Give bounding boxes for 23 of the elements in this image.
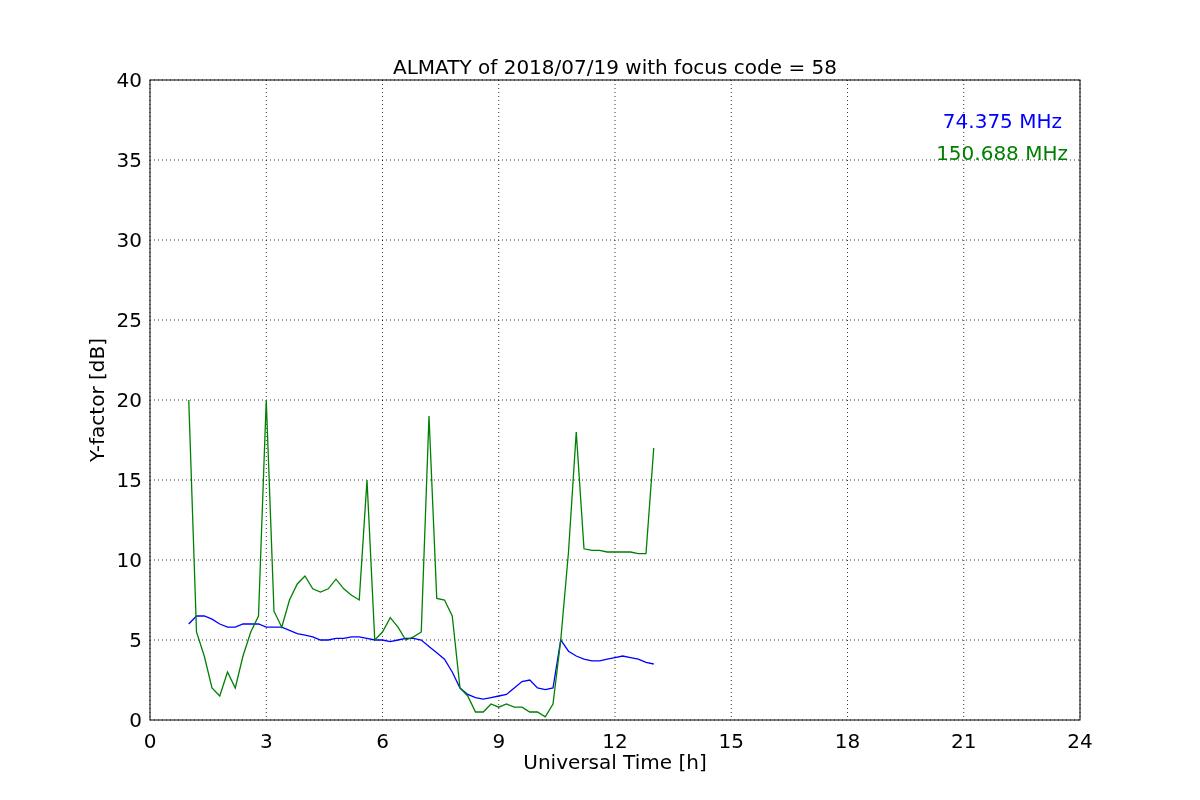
y-tick-label: 25 (116, 308, 142, 332)
y-tick-label: 15 (116, 468, 142, 492)
x-tick-label: 15 (718, 729, 744, 753)
y-tick-label: 10 (116, 548, 142, 572)
y-axis-label: Y-factor [dB] (85, 338, 109, 462)
legend-label: 74.375 MHz (942, 109, 1062, 133)
x-tick-label: 0 (143, 729, 157, 753)
legend-label: 150.688 MHz (936, 141, 1068, 165)
x-tick-label: 18 (834, 729, 861, 753)
x-tick-label: 12 (602, 729, 628, 753)
y-tick-label: 40 (116, 68, 142, 92)
y-tick-label: 0 (129, 708, 142, 732)
x-tick-label: 6 (376, 729, 389, 753)
y-tick-label: 35 (116, 148, 142, 172)
x-tick-label: 3 (259, 729, 273, 753)
y-tick-label: 20 (116, 388, 142, 412)
y-tick-label: 30 (116, 228, 142, 252)
x-axis-label: Universal Time [h] (523, 750, 707, 774)
x-tick-label: 24 (1067, 729, 1093, 753)
chart-title: ALMATY of 2018/07/19 with focus code = 58 (393, 55, 837, 79)
x-tick-label: 9 (492, 729, 506, 753)
x-tick-label: 21 (951, 729, 977, 753)
y-tick-label: 5 (129, 628, 142, 652)
